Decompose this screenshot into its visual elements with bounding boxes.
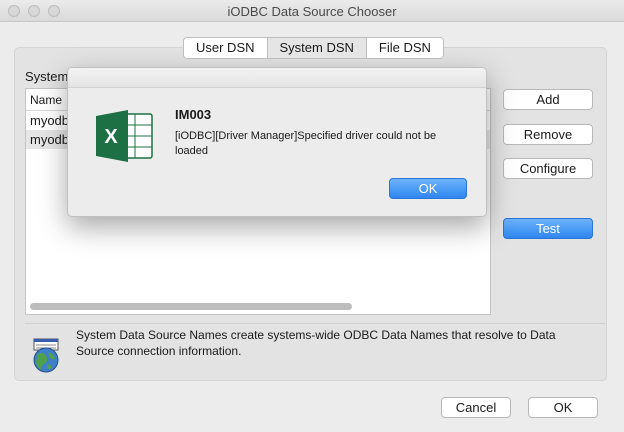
- title-bar: iODBC Data Source Chooser: [0, 0, 624, 22]
- tab-user-dsn[interactable]: User DSN: [184, 38, 268, 58]
- system-dsn-group-label: System: [25, 69, 69, 84]
- system-dsn-description: System Data Source Names create systems-…: [76, 328, 556, 358]
- tab-system-dsn[interactable]: System DSN: [267, 38, 367, 58]
- ok-button[interactable]: OK: [528, 397, 598, 418]
- window-title: iODBC Data Source Chooser: [227, 4, 397, 19]
- configure-button[interactable]: Configure: [503, 158, 593, 179]
- tab-file-dsn[interactable]: File DSN: [366, 38, 443, 58]
- dsn-tab-bar: User DSN System DSN File DSN: [183, 37, 444, 59]
- alert-ok-button[interactable]: OK: [389, 178, 467, 199]
- horizontal-scrollbar[interactable]: [30, 303, 352, 310]
- svg-text:X: X: [104, 126, 118, 148]
- odbc-globe-icon: [28, 338, 64, 374]
- alert-title-bar: [68, 68, 486, 88]
- cancel-button[interactable]: Cancel: [441, 397, 511, 418]
- divider: [25, 323, 605, 324]
- error-alert-dialog: X IM003 [iODBC][Driver Manager]Specified…: [67, 67, 487, 217]
- add-button[interactable]: Add: [503, 89, 593, 110]
- alert-message: [iODBC][Driver Manager]Specified driver …: [175, 130, 437, 157]
- excel-icon: X: [96, 110, 154, 162]
- alert-title: IM003: [175, 107, 212, 122]
- remove-button[interactable]: Remove: [503, 124, 593, 145]
- test-button[interactable]: Test: [503, 218, 593, 239]
